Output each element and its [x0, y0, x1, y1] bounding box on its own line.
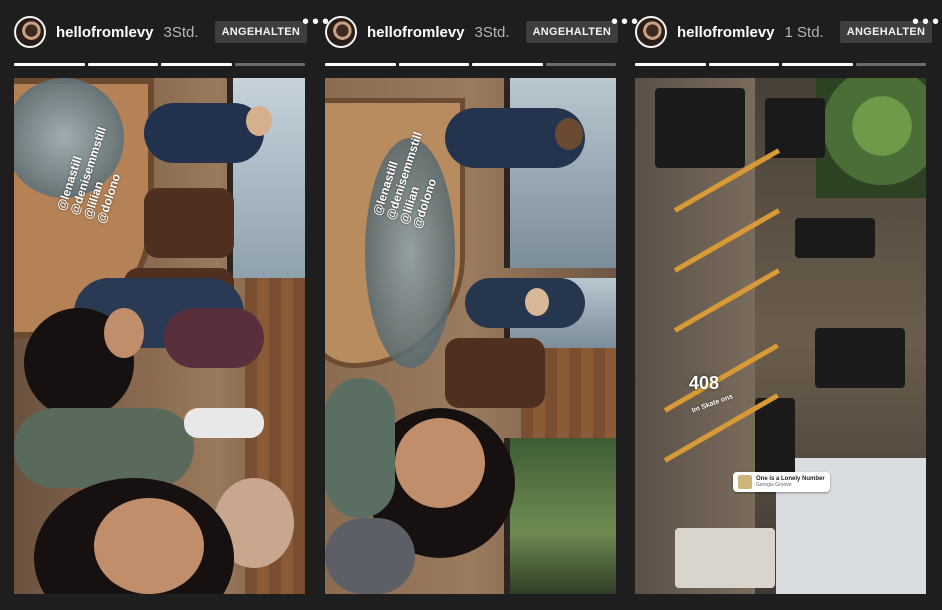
cart [675, 528, 775, 588]
person [14, 408, 194, 488]
person-face [395, 418, 485, 508]
progress-segment [635, 63, 706, 66]
person [144, 103, 264, 163]
paused-badge: ANGEHALTEN [525, 21, 619, 43]
progress-segment [708, 63, 779, 66]
story-header: hellofromlevy 3Std. ANGEHALTEN [14, 14, 308, 50]
timestamp: 3Std. [163, 23, 199, 41]
person-face [104, 308, 144, 358]
progress-segment [545, 63, 616, 66]
window [504, 78, 616, 268]
progress-segment [855, 63, 926, 66]
story-panel-2[interactable]: hellofromlevy 3Std. ANGEHALTEN ••• @lena… [325, 0, 638, 610]
person-face [94, 498, 204, 594]
trees [816, 78, 926, 198]
story-media[interactable]: @lenastill @denisemmstill @lilian @dolon… [14, 78, 305, 594]
username[interactable]: hellofromlevy [56, 24, 154, 41]
leather-chair [144, 188, 234, 258]
story-panel-1[interactable]: hellofromlevy 3Std. ANGEHALTEN ••• @lena… [14, 0, 329, 610]
story-progress-bar [325, 63, 616, 66]
story-media[interactable]: 408 Im Skate ons One is a Lonely Number … [635, 78, 926, 594]
avatar[interactable] [635, 16, 667, 48]
avatar[interactable] [325, 16, 357, 48]
person-face [525, 288, 549, 316]
studio-equipment [755, 398, 795, 478]
story-media[interactable]: @lenastill @denisemmstill @lilian @dolon… [325, 78, 616, 594]
music-artist: Georgia Groove [756, 482, 792, 488]
person-face [246, 106, 272, 136]
person [164, 308, 264, 368]
album-art-icon [738, 475, 752, 489]
paper-cup [184, 408, 264, 438]
username[interactable]: hellofromlevy [367, 24, 465, 41]
paused-badge: ANGEHALTEN [214, 21, 308, 43]
stories-viewer: hellofromlevy 3Std. ANGEHALTEN ••• @lena… [0, 0, 942, 610]
username[interactable]: hellofromlevy [677, 24, 775, 41]
progress-segment [87, 63, 158, 66]
camera-equipment [655, 88, 745, 168]
leather-chair [445, 338, 545, 408]
more-options-icon[interactable]: ••• [912, 12, 942, 32]
studio-equipment [815, 328, 905, 388]
story-header: hellofromlevy 3Std. ANGEHALTEN [325, 14, 619, 50]
music-sticker[interactable]: One is a Lonely Number Georgia Groove [733, 472, 830, 492]
person-face [555, 118, 583, 150]
view-counter: 408 [689, 373, 720, 393]
progress-segment [325, 63, 396, 66]
story-progress-bar [14, 63, 305, 66]
progress-segment [14, 63, 85, 66]
person [325, 378, 395, 518]
progress-segment [161, 63, 232, 66]
progress-segment [234, 63, 305, 66]
timestamp: 3Std. [474, 23, 510, 41]
timestamp: 1 Std. [784, 23, 824, 41]
story-panel-3[interactable]: hellofromlevy 1 Std. ANGEHALTEN ••• 408 … [635, 0, 939, 610]
story-header: hellofromlevy 1 Std. ANGEHALTEN [635, 14, 933, 50]
progress-segment [782, 63, 853, 66]
progress-segment [472, 63, 543, 66]
person [325, 518, 415, 594]
studio-equipment [795, 218, 875, 258]
window-plants [504, 438, 616, 594]
story-progress-bar [635, 63, 926, 66]
progress-segment [398, 63, 469, 66]
avatar[interactable] [14, 16, 46, 48]
